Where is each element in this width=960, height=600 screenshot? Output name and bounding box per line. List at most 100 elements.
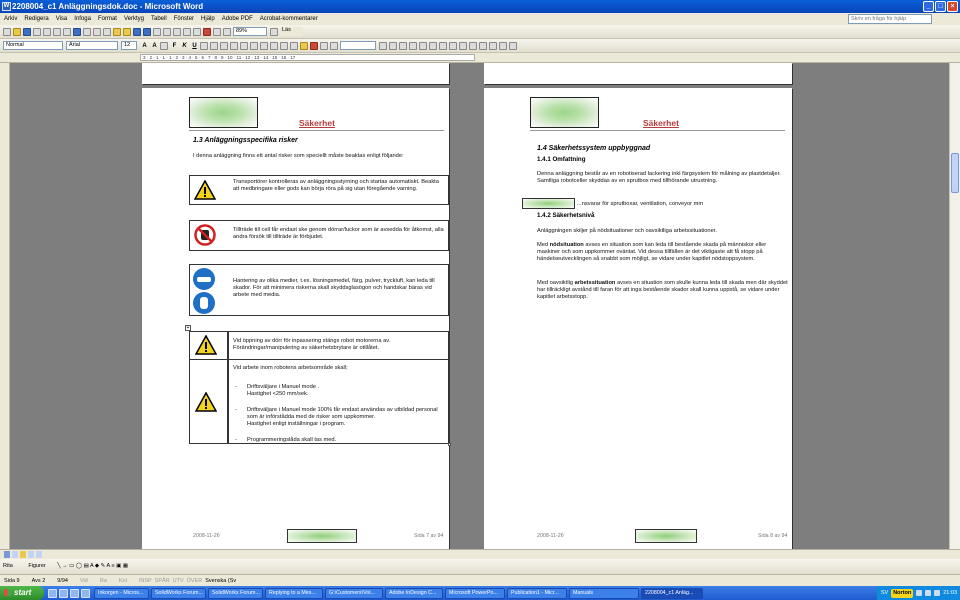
task-word-document[interactable]: 2208004_c1 Anläg... — [641, 587, 703, 599]
task-replying[interactable]: Replying to a Mes... — [265, 587, 323, 599]
oval-tool-icon[interactable]: ◯ — [76, 563, 82, 569]
line-color-icon[interactable]: ✎ — [101, 563, 106, 569]
tray-shield-icon[interactable] — [934, 590, 941, 596]
menu-fonster[interactable]: Fönster — [174, 13, 194, 25]
print-view-icon[interactable] — [20, 551, 26, 558]
media-icon[interactable] — [81, 588, 90, 598]
align-center-icon[interactable] — [210, 41, 218, 50]
minimize-button[interactable]: _ — [923, 1, 934, 12]
menu-infoga[interactable]: Infoga — [74, 13, 91, 25]
maximize-button[interactable]: □ — [935, 1, 946, 12]
language-indicator[interactable]: SV — [881, 590, 888, 596]
save-icon[interactable] — [23, 27, 31, 36]
grow-font-button[interactable]: A — [140, 43, 149, 49]
shading-icon[interactable] — [409, 41, 417, 50]
tray-network-icon[interactable] — [916, 590, 923, 596]
menu-adobe-pdf[interactable]: Adobe PDF — [222, 13, 253, 25]
status-ext[interactable]: UTV — [173, 575, 184, 586]
print-preview-icon[interactable] — [63, 27, 71, 36]
permission-icon[interactable] — [33, 27, 41, 36]
menu-visa[interactable]: Visa — [56, 13, 68, 25]
tray-volume-icon[interactable] — [925, 590, 932, 596]
wordart-icon[interactable]: A — [90, 563, 93, 569]
ask-question-input[interactable]: Skriv en fråga för hjälp — [848, 14, 932, 24]
fill-color-icon[interactable]: ◆ — [95, 563, 99, 569]
task-indesign[interactable]: Adobe InDesign C... — [385, 587, 443, 599]
line-style-icon[interactable] — [330, 41, 338, 50]
status-trk[interactable]: SPÅR — [155, 575, 170, 586]
menu-arkiv[interactable]: Arkiv — [4, 13, 17, 25]
web-view-icon[interactable] — [12, 551, 18, 558]
status-language[interactable]: Svenska (Sv — [205, 575, 236, 586]
reading-view-icon[interactable] — [36, 551, 42, 558]
bold-button[interactable]: F — [170, 43, 179, 49]
new-document-icon[interactable] — [3, 27, 11, 36]
document-map-icon[interactable] — [213, 27, 221, 36]
status-ovr[interactable]: ÖVER — [187, 575, 203, 586]
inline-logo-image[interactable] — [522, 198, 575, 209]
ie-icon[interactable] — [48, 588, 57, 598]
line-spacing-icon[interactable] — [240, 41, 248, 50]
erase-icon[interactable] — [399, 41, 407, 50]
increase-indent-icon[interactable] — [280, 41, 288, 50]
line-style-select[interactable] — [340, 41, 376, 50]
show-hide-icon[interactable] — [223, 27, 231, 36]
outside-border-icon[interactable] — [419, 41, 427, 50]
bullets-icon[interactable] — [260, 41, 268, 50]
hyperlink-icon[interactable] — [153, 27, 161, 36]
autosum-icon[interactable] — [509, 41, 517, 50]
merge-cells-icon[interactable] — [429, 41, 437, 50]
task-solidworks-2[interactable]: SolidWorks Forum... — [208, 587, 263, 599]
columns-icon[interactable] — [193, 27, 201, 36]
close-button[interactable]: × — [947, 1, 958, 12]
3d-icon[interactable]: ▦ — [123, 563, 128, 569]
menu-format[interactable]: Format — [98, 13, 117, 25]
pen-color-icon[interactable] — [389, 41, 397, 50]
insert-table-icon[interactable] — [173, 27, 181, 36]
outline-view-icon[interactable] — [28, 551, 34, 558]
numbering-icon[interactable] — [250, 41, 258, 50]
align-right-icon[interactable] — [220, 41, 228, 50]
window-title-bar[interactable]: W 2208004_c1 Anläggningsdok.doc - Micros… — [0, 0, 960, 13]
pdf-icon[interactable] — [320, 41, 328, 50]
menu-verktyg[interactable]: Verktyg — [124, 13, 144, 25]
vertical-ruler[interactable] — [0, 63, 10, 549]
font-color-icon[interactable] — [310, 41, 318, 50]
font-select[interactable]: Arial — [66, 41, 118, 50]
start-button[interactable]: start — [0, 586, 44, 600]
split-cells-icon[interactable] — [439, 41, 447, 50]
normal-view-icon[interactable] — [4, 551, 10, 558]
read-button[interactable]: Läs — [280, 27, 302, 36]
arrow-tool-icon[interactable]: → — [62, 563, 68, 569]
highlight-icon[interactable] — [300, 41, 308, 50]
menu-acrobat-comments[interactable]: Acrobat-kommentarer — [260, 13, 318, 25]
menu-redigera[interactable]: Redigera — [24, 13, 48, 25]
menu-tabell[interactable]: Tabell — [151, 13, 167, 25]
line-tool-icon[interactable]: ╲ — [57, 563, 60, 569]
task-solidworks-1[interactable]: SolidWorks Forum... — [151, 587, 206, 599]
shadow-icon[interactable]: ▣ — [116, 563, 121, 569]
line-weight-icon[interactable] — [379, 41, 387, 50]
insert-excel-icon[interactable] — [183, 27, 191, 36]
horizontal-ruler[interactable]: 3 · 2 · 1 · 1 · 1 · 2 · 3 · 4 · 5 · 6 · … — [0, 53, 960, 63]
zoom-select[interactable]: 89% — [233, 27, 267, 36]
font-color-draw-icon[interactable]: A — [107, 563, 110, 569]
menu-hjalp[interactable]: Hjälp — [201, 13, 215, 25]
scroll-thumb[interactable] — [951, 153, 959, 193]
font-size-select[interactable]: 12 — [121, 41, 137, 50]
sort-ascending-icon[interactable] — [489, 41, 497, 50]
task-publication[interactable]: Publication1 - Micr... — [507, 587, 567, 599]
distribute-columns-icon[interactable] — [469, 41, 477, 50]
task-manuals[interactable]: Manuals — [569, 587, 639, 599]
shrink-font-button[interactable]: A — [150, 43, 159, 49]
horizontal-scrollbar[interactable] — [0, 549, 960, 559]
clock[interactable]: 21:03 — [943, 590, 957, 596]
rectangle-tool-icon[interactable]: ▭ — [69, 563, 74, 569]
tables-borders-icon[interactable] — [163, 27, 171, 36]
align-cell-icon[interactable] — [449, 41, 457, 50]
copy-icon[interactable] — [103, 27, 111, 36]
email-icon[interactable] — [43, 27, 51, 36]
line-style-draw-icon[interactable]: ≡ — [111, 563, 114, 569]
spelling-icon[interactable] — [73, 27, 81, 36]
autoshapes-menu-button[interactable]: Figurer — [28, 563, 45, 569]
